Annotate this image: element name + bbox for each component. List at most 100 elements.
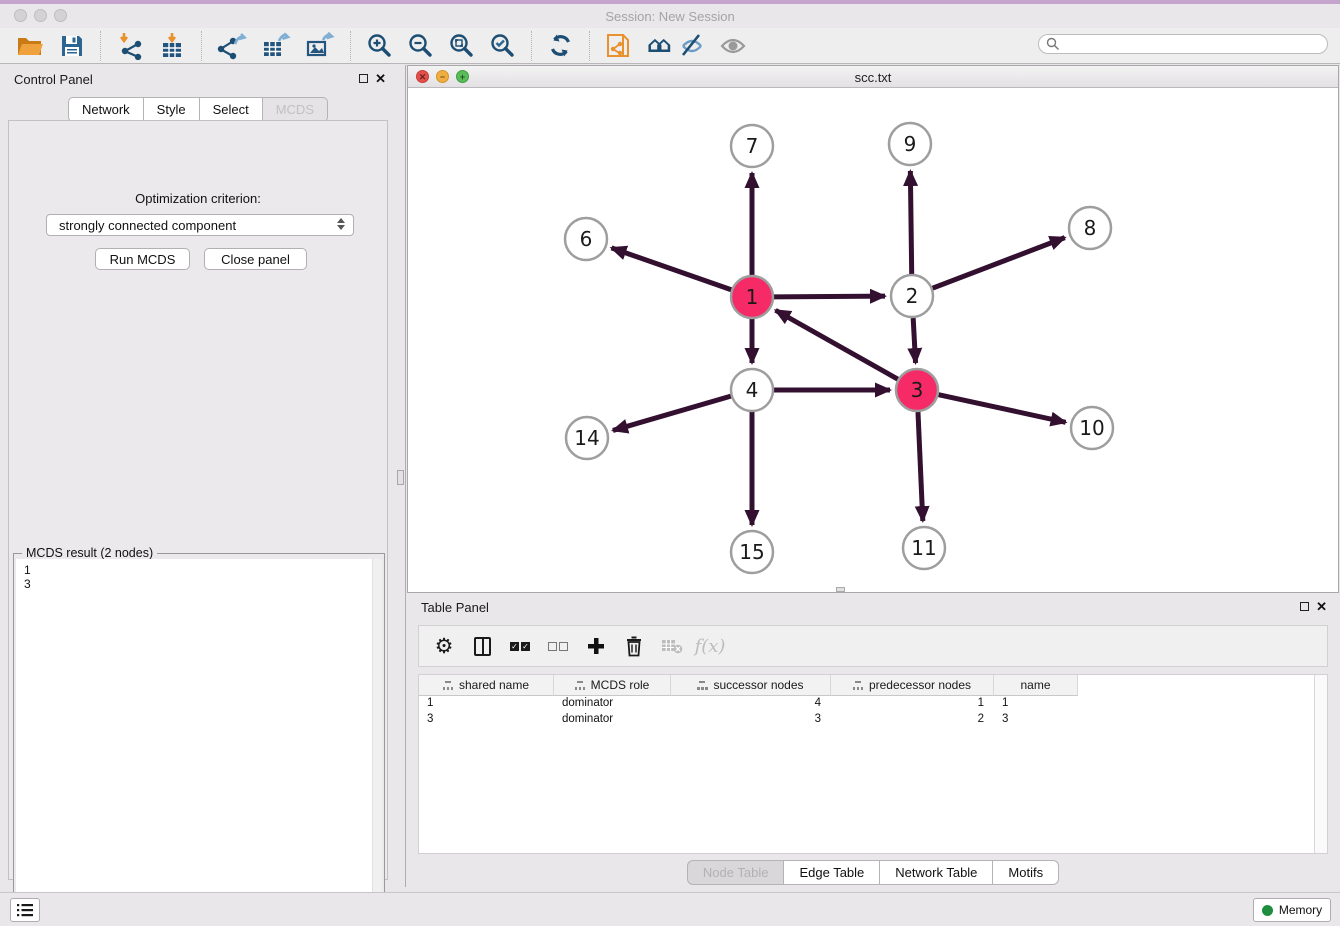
- close-panel-button[interactable]: Close panel: [204, 248, 307, 270]
- edge-2-9[interactable]: [910, 171, 911, 274]
- add-column-icon[interactable]: [579, 629, 613, 663]
- node-label-11: 11: [911, 536, 936, 560]
- run-mcds-button[interactable]: Run MCDS: [95, 248, 190, 270]
- vertical-splitter[interactable]: [396, 65, 406, 887]
- node-label-7: 7: [746, 134, 759, 158]
- import-network-icon[interactable]: [109, 30, 151, 62]
- tab-network[interactable]: Network: [68, 97, 144, 122]
- zoom-selected-icon[interactable]: [482, 30, 523, 62]
- mcds-result-textarea[interactable]: 1 3: [16, 559, 382, 922]
- refresh-icon[interactable]: [540, 30, 581, 62]
- memory-button[interactable]: Memory: [1253, 898, 1331, 922]
- column-label: predecessor nodes: [869, 678, 971, 692]
- cell-1-3[interactable]: 2: [831, 712, 994, 728]
- network-window-titlebar[interactable]: ✕ − + scc.txt: [408, 66, 1338, 88]
- select-all-columns-icon[interactable]: ✓✓: [503, 629, 537, 663]
- node-label-1: 1: [746, 285, 759, 309]
- export-table-icon[interactable]: [254, 30, 298, 62]
- mac-titlebar: Session: New Session: [0, 4, 1340, 28]
- tab-network-table[interactable]: Network Table: [880, 860, 993, 885]
- cell-0-2[interactable]: 4: [671, 696, 831, 712]
- edge-3-10[interactable]: [938, 395, 1065, 423]
- tab-mcds[interactable]: MCDS: [263, 97, 328, 122]
- node-label-9: 9: [904, 132, 917, 156]
- toolbar-separator: [201, 31, 202, 61]
- delete-column-trash-icon[interactable]: [617, 629, 651, 663]
- column-header-MCDS-role[interactable]: MCDS role: [554, 675, 671, 696]
- tab-node-table[interactable]: Node Table: [687, 860, 785, 885]
- table-scrollbar[interactable]: [1314, 675, 1327, 853]
- show-columns-icon[interactable]: [465, 629, 499, 663]
- zoom-out-icon[interactable]: [400, 30, 441, 62]
- status-bar: Memory: [0, 892, 1340, 926]
- column-type-icon: [443, 681, 453, 690]
- control-panel-title: Control Panel: [14, 72, 93, 87]
- node-table: shared name MCDS role successor nodes prede…: [418, 674, 1328, 854]
- edge-1-2[interactable]: [774, 296, 885, 297]
- cell-0-1[interactable]: dominator: [554, 696, 671, 712]
- float-panel-icon[interactable]: [359, 74, 368, 83]
- splitter-grip[interactable]: [397, 470, 404, 485]
- deselect-all-columns-icon[interactable]: [541, 629, 575, 663]
- criterion-select[interactable]: strongly connected component: [46, 214, 354, 236]
- control-panel: Control Panel ✕ NetworkStyleSelectMCDS O…: [0, 65, 396, 887]
- column-label: successor nodes: [713, 678, 803, 692]
- show-all-icon[interactable]: [712, 30, 754, 62]
- task-history-button[interactable]: [10, 898, 40, 922]
- close-table-panel-icon[interactable]: ✕: [1316, 599, 1327, 615]
- table-row-0[interactable]: 1dominator411: [419, 696, 1078, 712]
- mcds-result-group: MCDS result (2 nodes) 1 3: [13, 553, 385, 925]
- cell-0-3[interactable]: 1: [831, 696, 994, 712]
- edge-3-11[interactable]: [918, 412, 923, 521]
- table-body: 1dominator4113dominator323: [419, 696, 1078, 728]
- save-icon[interactable]: [52, 30, 92, 62]
- tab-select[interactable]: Select: [200, 97, 263, 122]
- delete-table-icon-disabled: [655, 629, 689, 663]
- tab-edge-table[interactable]: Edge Table: [784, 860, 880, 885]
- search-input[interactable]: [1038, 34, 1328, 54]
- edge-2-8[interactable]: [933, 238, 1065, 289]
- first-neighbors-icon[interactable]: ⌂⌂: [640, 30, 672, 62]
- cell-0-4[interactable]: 1: [994, 696, 1078, 712]
- column-label: shared name: [459, 678, 529, 692]
- edge-4-14[interactable]: [613, 396, 731, 430]
- task-list-icon: [16, 902, 34, 918]
- table-settings-gear-icon[interactable]: ⚙: [427, 629, 461, 663]
- hide-selected-icon[interactable]: [672, 30, 712, 62]
- import-table-icon[interactable]: [151, 30, 193, 62]
- table-row-1[interactable]: 3dominator323: [419, 712, 1078, 728]
- column-header-successor-nodes[interactable]: successor nodes: [671, 675, 831, 696]
- network-window-title: scc.txt: [408, 70, 1338, 85]
- close-panel-icon[interactable]: ✕: [375, 71, 386, 87]
- function-builder-icon-disabled: f(x): [693, 629, 727, 663]
- column-header-name[interactable]: name: [994, 675, 1078, 696]
- open-folder-icon[interactable]: [8, 30, 52, 62]
- edge-1-6[interactable]: [611, 248, 731, 290]
- result-scrollbar[interactable]: [372, 559, 382, 922]
- table-panel-title: Table Panel: [421, 600, 489, 615]
- export-network-icon[interactable]: [210, 30, 254, 62]
- cell-0-0[interactable]: 1: [419, 696, 554, 712]
- column-header-shared-name[interactable]: shared name: [419, 675, 554, 696]
- node-label-4: 4: [746, 378, 759, 402]
- zoom-fit-icon[interactable]: [441, 30, 482, 62]
- network-canvas[interactable]: 7968124314101511: [408, 88, 1338, 592]
- tab-motifs[interactable]: Motifs: [993, 860, 1059, 885]
- column-type-icon: [697, 681, 707, 690]
- cell-1-1[interactable]: dominator: [554, 712, 671, 728]
- horizontal-splitter-grip[interactable]: [836, 587, 845, 592]
- edge-3-1[interactable]: [776, 310, 898, 379]
- export-image-icon[interactable]: [298, 30, 342, 62]
- new-network-from-selection-icon[interactable]: [598, 30, 640, 62]
- cell-1-4[interactable]: 3: [994, 712, 1078, 728]
- cell-1-0[interactable]: 3: [419, 712, 554, 728]
- cell-1-2[interactable]: 3: [671, 712, 831, 728]
- tab-style[interactable]: Style: [144, 97, 200, 122]
- network-view-window: ✕ − + scc.txt 7968124314101511: [407, 65, 1339, 593]
- zoom-in-icon[interactable]: [359, 30, 400, 62]
- node-label-6: 6: [580, 227, 593, 251]
- network-graph[interactable]: 7968124314101511: [408, 88, 1338, 592]
- column-header-predecessor-nodes[interactable]: predecessor nodes: [831, 675, 994, 696]
- float-table-panel-icon[interactable]: [1300, 602, 1309, 611]
- edge-2-3[interactable]: [913, 318, 915, 363]
